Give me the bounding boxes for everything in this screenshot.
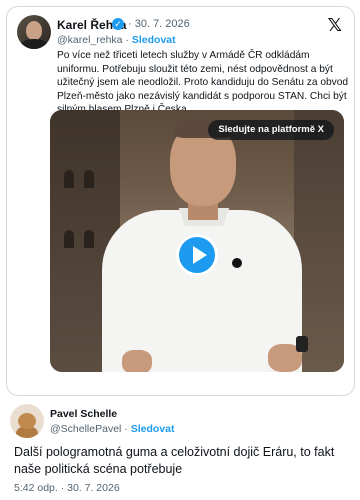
reply-text: Další pologramotná guma a celoživotní do… — [14, 445, 335, 476]
quoted-post-date[interactable]: · 30. 7. 2026 — [128, 18, 190, 30]
avatar-cat-head — [18, 413, 36, 429]
page: Karel Řehka ✓ · 30. 7. 2026 𝕏 @karel_reh… — [0, 0, 360, 500]
quoted-author-handle[interactable]: @karel_rehka — [57, 34, 123, 46]
avatar-shoulders — [20, 39, 48, 49]
handle-separator: · — [124, 423, 128, 435]
reply-handle-row: @SchellePavel · Sledovat — [50, 423, 174, 435]
video-person-watch — [296, 336, 308, 352]
quoted-post-text: Po více než třiceti letech služby v Armá… — [57, 50, 349, 115]
video-window — [84, 170, 94, 188]
reply-timestamp[interactable]: 5:42 odp. · 30. 7. 2026 — [14, 482, 120, 494]
video-window — [64, 230, 74, 248]
video-window — [64, 170, 74, 188]
reply-author-avatar[interactable] — [10, 404, 44, 438]
video-player[interactable]: Sledujte na platformě X — [50, 110, 344, 372]
video-person-hand — [122, 350, 152, 372]
reply-author-handle[interactable]: @SchellePavel — [50, 423, 121, 435]
quoted-author-avatar[interactable] — [17, 15, 51, 49]
watch-on-x-button[interactable]: Sledujte na platformě X — [208, 120, 334, 140]
verified-badge-icon: ✓ — [112, 18, 124, 30]
quoted-handle-row: @karel_rehka · Sledovat — [57, 34, 176, 46]
play-icon — [193, 246, 207, 264]
handle-separator: · — [125, 34, 129, 46]
reply-author-name[interactable]: Pavel Schelle — [50, 408, 117, 420]
play-button[interactable] — [176, 234, 218, 276]
video-window — [84, 230, 94, 248]
x-logo-icon[interactable]: 𝕏 — [327, 15, 342, 36]
follow-button[interactable]: Sledovat — [131, 423, 175, 435]
follow-button[interactable]: Sledovat — [132, 34, 176, 46]
avatar-face — [26, 21, 42, 40]
lapel-microphone — [232, 258, 242, 268]
